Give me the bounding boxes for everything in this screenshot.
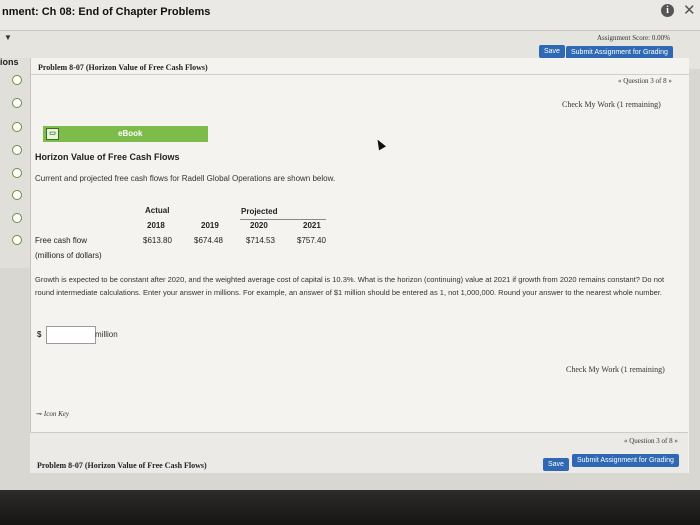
close-icon[interactable]: ✕ [683, 1, 696, 19]
question-sidebar [0, 58, 30, 268]
problem-title: Problem 8-07 (Horizon Value of Free Cash… [38, 63, 208, 72]
question-radio-7[interactable] [12, 213, 22, 223]
save-button[interactable]: Save [539, 45, 565, 58]
icon-key[interactable]: ⊸ Icon Key [36, 410, 69, 418]
ebook-button[interactable]: ▭ eBook [43, 126, 208, 142]
info-icon[interactable]: i [661, 4, 674, 17]
answer-unit: million [95, 330, 118, 339]
fcf-value: $757.40 [297, 236, 326, 245]
projected-header: Projected [241, 207, 278, 216]
submit-assignment-button-bottom[interactable]: Submit Assignment for Grading [572, 454, 679, 467]
actual-header: Actual [145, 206, 170, 215]
question-radio-2[interactable] [12, 98, 22, 108]
check-my-work-button[interactable]: Check My Work (1 remaining) [562, 100, 661, 109]
assignment-title: nment: Ch 08: End of Chapter Problems [2, 6, 211, 18]
year-header: 2018 [147, 221, 165, 230]
laptop-bezel [0, 490, 700, 525]
projected-rule [240, 219, 326, 220]
question-radio-4[interactable] [12, 145, 22, 155]
question-radio-8[interactable] [12, 235, 22, 245]
answer-input[interactable] [46, 326, 96, 344]
currency-symbol: $ [37, 330, 42, 339]
sidebar-label: ions [0, 57, 19, 67]
book-icon: ▭ [46, 128, 59, 140]
fcf-value: $613.80 [143, 236, 172, 245]
question-radio-1[interactable] [12, 75, 22, 85]
fcf-value: $714.53 [246, 236, 275, 245]
question-text: Growth is expected to be constant after … [35, 275, 665, 297]
year-header: 2019 [201, 221, 219, 230]
check-my-work-button-bottom[interactable]: Check My Work (1 remaining) [566, 365, 665, 374]
question-navigation-bottom[interactable]: « Question 3 of 8 » [624, 437, 678, 445]
question-radio-5[interactable] [12, 168, 22, 178]
question-navigation[interactable]: « Question 3 of 8 » [618, 77, 672, 85]
divider [31, 74, 689, 75]
question-radio-3[interactable] [12, 122, 22, 132]
assignment-header: nment: Ch 08: End of Chapter Problems i … [0, 0, 700, 31]
row-sublabel: (millions of dollars) [35, 251, 102, 260]
problem-panel: Problem 8-07 (Horizon Value of Free Cash… [30, 58, 689, 473]
ebook-label: eBook [118, 129, 143, 138]
problem-description: Current and projected free cash flows fo… [35, 174, 336, 183]
problem-heading: Horizon Value of Free Cash Flows [35, 152, 180, 162]
footer-bar: « Question 3 of 8 » Problem 8-07 (Horizo… [30, 432, 688, 473]
key-icon: ⊸ [36, 410, 42, 418]
fcf-value: $674.48 [194, 236, 223, 245]
row-label: Free cash flow [35, 236, 88, 245]
question-radio-6[interactable] [12, 190, 22, 200]
assignment-score: Assignment Score: 0.00% [597, 34, 670, 42]
year-header: 2020 [250, 221, 268, 230]
chevron-down-icon[interactable]: ▼ [4, 33, 12, 42]
footer-problem-title: Problem 8-07 (Horizon Value of Free Cash… [37, 461, 207, 470]
icon-key-label: Icon Key [43, 410, 69, 418]
year-header: 2021 [303, 221, 321, 230]
save-button-bottom[interactable]: Save [543, 458, 569, 471]
